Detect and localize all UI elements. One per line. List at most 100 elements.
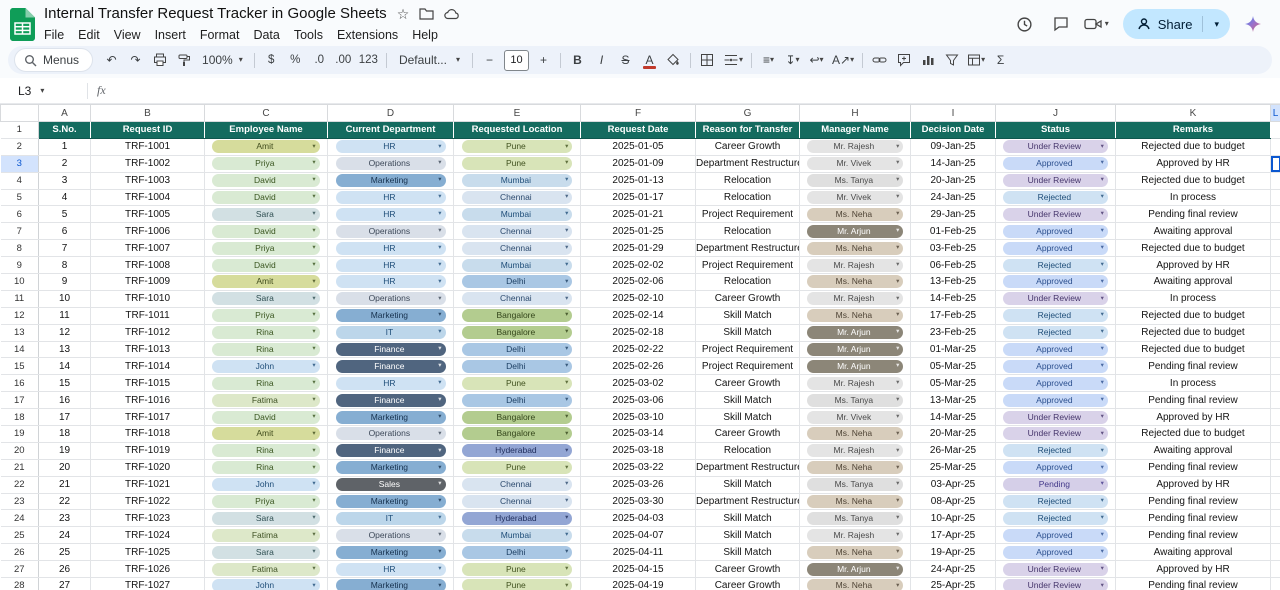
row-header-18[interactable]: 18 (1, 409, 39, 426)
cell[interactable]: 10-Apr-25 (911, 510, 996, 527)
dropdown-chip[interactable]: Pune▾ (462, 140, 573, 153)
dropdown-chip[interactable]: Approved▾ (1003, 275, 1108, 288)
cell[interactable]: TRF-1009 (91, 274, 205, 291)
cell[interactable]: Rejected due to budget (1116, 172, 1271, 189)
cell[interactable]: Mr. Rajesh▾ (800, 527, 911, 544)
cell[interactable]: 27 (39, 578, 91, 590)
row-header-24[interactable]: 24 (1, 510, 39, 527)
cell[interactable]: 17-Apr-25 (911, 527, 996, 544)
dropdown-chip[interactable]: Approved▾ (1003, 394, 1108, 407)
dropdown-chip[interactable]: Mr. Vivek▾ (807, 157, 904, 170)
dropdown-chip[interactable]: Operations▾ (336, 225, 446, 238)
bold-button[interactable]: B (566, 49, 589, 72)
cell[interactable]: Ms. Neha▾ (800, 206, 911, 223)
functions-sigma-icon[interactable]: Σ (989, 49, 1012, 72)
cell[interactable]: Sara▾ (205, 510, 328, 527)
dropdown-chip[interactable]: Under Review▾ (1003, 579, 1108, 590)
cell[interactable]: In process (1116, 375, 1271, 392)
dropdown-chip[interactable]: Delhi▾ (462, 394, 573, 407)
dropdown-chip[interactable]: Rejected▾ (1003, 512, 1108, 525)
insert-link-icon[interactable] (868, 49, 891, 72)
cell[interactable]: 2025-01-05 (581, 138, 696, 155)
cell[interactable]: Mr. Vivek▾ (800, 189, 911, 206)
dropdown-chip[interactable]: Pune▾ (462, 579, 573, 590)
cell[interactable] (1271, 426, 1280, 443)
column-header-e[interactable]: E (454, 105, 581, 122)
dropdown-chip[interactable]: Sales▾ (336, 478, 446, 491)
cell[interactable]: Bangalore▾ (454, 409, 581, 426)
dropdown-chip[interactable]: Ms. Tanya▾ (807, 174, 904, 187)
cell[interactable]: Pending final review (1116, 510, 1271, 527)
cell[interactable]: Fatima▾ (205, 527, 328, 544)
cell[interactable] (1271, 290, 1280, 307)
cell[interactable]: 08-Apr-25 (911, 493, 996, 510)
dropdown-chip[interactable]: Mr. Vivek▾ (807, 191, 904, 204)
cell[interactable]: Mr. Rajesh▾ (800, 290, 911, 307)
cell[interactable] (1271, 274, 1280, 291)
row-header-10[interactable]: 10 (1, 274, 39, 291)
cell[interactable]: Approved▾ (996, 341, 1116, 358)
cell[interactable]: HR▾ (328, 240, 454, 257)
cell[interactable]: TRF-1004 (91, 189, 205, 206)
vertical-align-icon[interactable]: ↧▾ (781, 49, 804, 72)
menu-item-tools[interactable]: Tools (287, 27, 330, 43)
cell[interactable]: 2025-03-18 (581, 442, 696, 459)
cell[interactable]: Ms. Tanya▾ (800, 172, 911, 189)
cell[interactable]: Delhi▾ (454, 274, 581, 291)
cell[interactable]: Mr. Arjun▾ (800, 324, 911, 341)
row-header-13[interactable]: 13 (1, 324, 39, 341)
dropdown-chip[interactable]: Mr. Arjun▾ (807, 563, 904, 576)
text-rotation-icon[interactable]: A↗▾ (829, 49, 857, 72)
cell[interactable]: 2025-04-11 (581, 544, 696, 561)
row-header-5[interactable]: 5 (1, 189, 39, 206)
cell[interactable]: Career Growth (696, 138, 800, 155)
cell[interactable]: Pending final review (1116, 358, 1271, 375)
cell[interactable]: Pune▾ (454, 459, 581, 476)
dropdown-chip[interactable]: Chennai▾ (462, 292, 573, 305)
cell[interactable]: In process (1116, 189, 1271, 206)
cell[interactable]: Marketing▾ (328, 409, 454, 426)
dropdown-chip[interactable]: Delhi▾ (462, 546, 573, 559)
dropdown-chip[interactable]: Mumbai▾ (462, 529, 573, 542)
dropdown-chip[interactable]: Marketing▾ (336, 461, 446, 474)
decrease-font-size-button[interactable]: − (478, 49, 501, 72)
row-header-27[interactable]: 27 (1, 561, 39, 578)
cell[interactable]: Under Review▾ (996, 290, 1116, 307)
dropdown-chip[interactable]: Mr. Rajesh▾ (807, 529, 904, 542)
menu-item-file[interactable]: File (37, 27, 71, 43)
dropdown-chip[interactable]: Ms. Neha▾ (807, 461, 904, 474)
cell[interactable]: Approved▾ (996, 240, 1116, 257)
cell[interactable]: Approved▾ (996, 527, 1116, 544)
cell[interactable] (1271, 138, 1280, 155)
dropdown-chip[interactable]: Operations▾ (336, 157, 446, 170)
dropdown-chip[interactable]: Priya▾ (212, 309, 319, 322)
dropdown-chip[interactable]: HR▾ (336, 259, 446, 272)
cell[interactable]: 01-Mar-25 (911, 341, 996, 358)
dropdown-chip[interactable]: HR▾ (336, 191, 446, 204)
dropdown-chip[interactable]: Mr. Vivek▾ (807, 411, 904, 424)
cell[interactable]: 2025-04-03 (581, 510, 696, 527)
cell[interactable]: Marketing▾ (328, 172, 454, 189)
dropdown-chip[interactable]: Bangalore▾ (462, 326, 573, 339)
cell[interactable]: Fatima▾ (205, 561, 328, 578)
cell[interactable]: Amit▾ (205, 138, 328, 155)
dropdown-chip[interactable]: Under Review▾ (1003, 563, 1108, 576)
cell[interactable]: 06-Feb-25 (911, 257, 996, 274)
table-header-cell[interactable]: Remarks (1116, 122, 1271, 139)
dropdown-chip[interactable]: Marketing▾ (336, 309, 446, 322)
cell[interactable]: 22 (39, 493, 91, 510)
dropdown-chip[interactable]: Fatima▾ (212, 529, 319, 542)
row-header-25[interactable]: 25 (1, 527, 39, 544)
cell[interactable]: Approved▾ (996, 459, 1116, 476)
insert-comment-icon[interactable] (892, 49, 915, 72)
dropdown-chip[interactable]: Marketing▾ (336, 411, 446, 424)
cell[interactable]: Rina▾ (205, 459, 328, 476)
borders-icon[interactable] (696, 49, 719, 72)
cell[interactable]: Pending final review (1116, 493, 1271, 510)
select-all-corner[interactable] (1, 105, 39, 122)
row-header-26[interactable]: 26 (1, 544, 39, 561)
cell[interactable]: Pune▾ (454, 375, 581, 392)
cell[interactable]: TRF-1023 (91, 510, 205, 527)
table-header-cell[interactable]: Reason for Transfer (696, 122, 800, 139)
table-header-cell[interactable]: Employee Name (205, 122, 328, 139)
